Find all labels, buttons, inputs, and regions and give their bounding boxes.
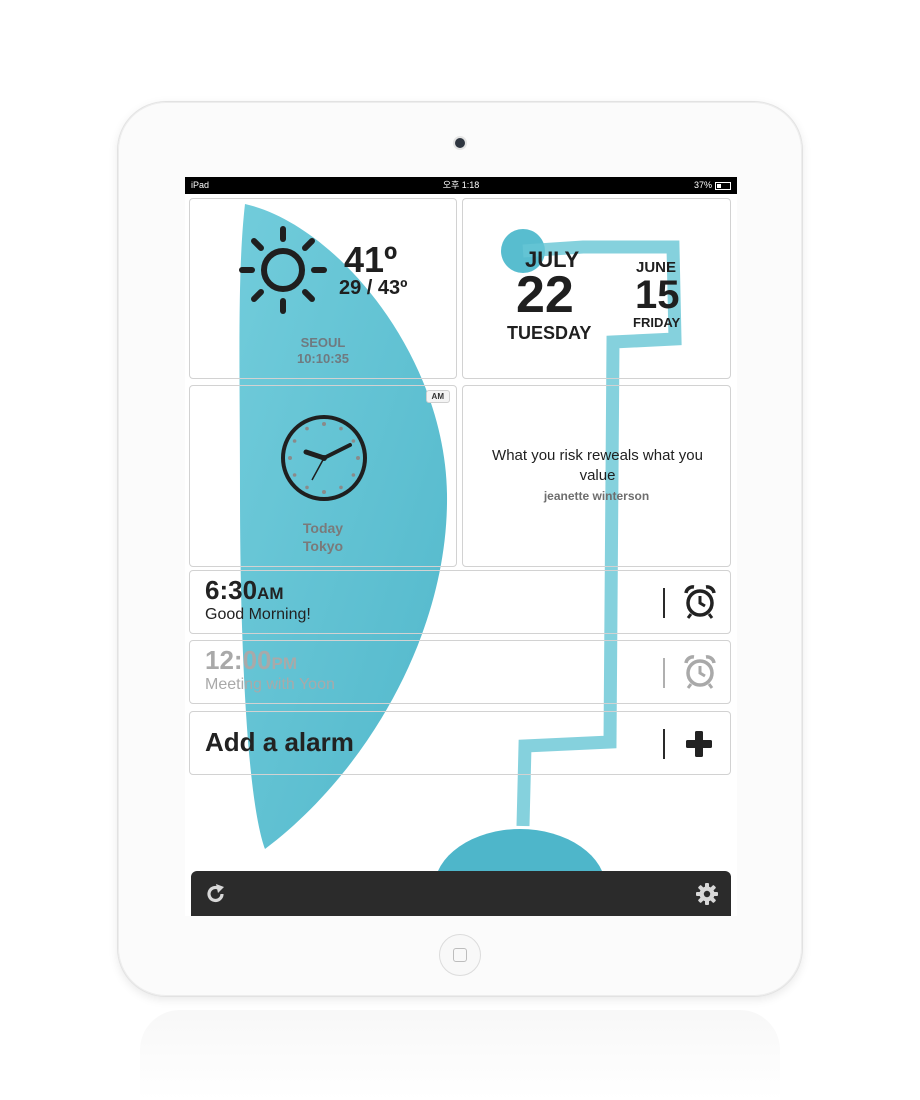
sun-icon (239, 226, 327, 314)
plus-icon[interactable] (684, 729, 714, 759)
ampm-badge[interactable]: AM (425, 390, 450, 403)
home-button[interactable] (439, 934, 481, 976)
alarm-row[interactable]: 6:30AM Good Morning! (189, 570, 731, 634)
quote-text: What you risk reweals what you value (492, 447, 703, 484)
add-alarm-label: Add a alarm (205, 727, 354, 757)
alarm-time-value: 6:30 (205, 575, 258, 605)
screen: iPad 오후 1:18 37% 41º 29 / 43º SEOUL 10:1… (185, 177, 737, 916)
temperature-range: 29 / 43º (339, 277, 408, 299)
alarm-clock-icon[interactable] (682, 584, 718, 620)
alarm-time: 6:30AM (205, 575, 284, 606)
divider (663, 658, 665, 688)
alarm-label: Meeting with Yoon (205, 676, 335, 693)
clock-day-label: Today (302, 520, 344, 536)
clock-city-label: Tokyo (302, 538, 344, 554)
weather-tile[interactable]: 41º 29 / 43º SEOUL 10:10:35 (189, 198, 457, 379)
quote-author: jeanette winterson (543, 489, 650, 503)
battery-icon (715, 181, 731, 190)
status-bar: iPad 오후 1:18 37% (185, 177, 737, 194)
world-clock-tile[interactable]: AM Today Tokyo (189, 385, 457, 567)
alarm-time: 12:00PM (205, 645, 297, 676)
alarm-ampm: AM (257, 584, 284, 603)
secondary-weekday: FRIDAY (633, 315, 681, 330)
weather-time: 10:10:35 (296, 351, 350, 366)
add-alarm-button[interactable]: Add a alarm (189, 711, 731, 775)
camera-icon (455, 138, 465, 148)
alarm-row[interactable]: 12:00PM Meeting with Yoon (189, 640, 731, 704)
divider (663, 588, 665, 618)
device-reflection (140, 1010, 780, 1100)
alarm-clock-icon[interactable] (682, 654, 718, 690)
analog-clock-icon (281, 415, 367, 501)
bottom-toolbar (191, 871, 731, 916)
gear-icon[interactable] (695, 882, 719, 906)
battery-status: 37% (694, 177, 731, 194)
quote-tile[interactable]: What you risk reweals what you value jea… (462, 385, 731, 567)
secondary-day: 15 (635, 273, 680, 317)
status-time: 오후 1:18 (442, 180, 480, 190)
alarm-ampm: PM (271, 654, 298, 673)
refresh-icon[interactable] (205, 883, 227, 905)
alarm-label: Good Morning! (205, 606, 311, 623)
primary-weekday: TUESDAY (507, 323, 592, 343)
primary-day: 22 (516, 266, 574, 324)
divider (663, 729, 665, 759)
alarm-time-value: 12:00 (205, 645, 272, 675)
weather-city: SEOUL (300, 335, 346, 350)
date-tile[interactable]: JULY 22 TUESDAY JUNE 15 FRIDAY (462, 198, 731, 379)
battery-percent: 37% (693, 180, 712, 190)
current-temperature: 41º (344, 239, 398, 280)
